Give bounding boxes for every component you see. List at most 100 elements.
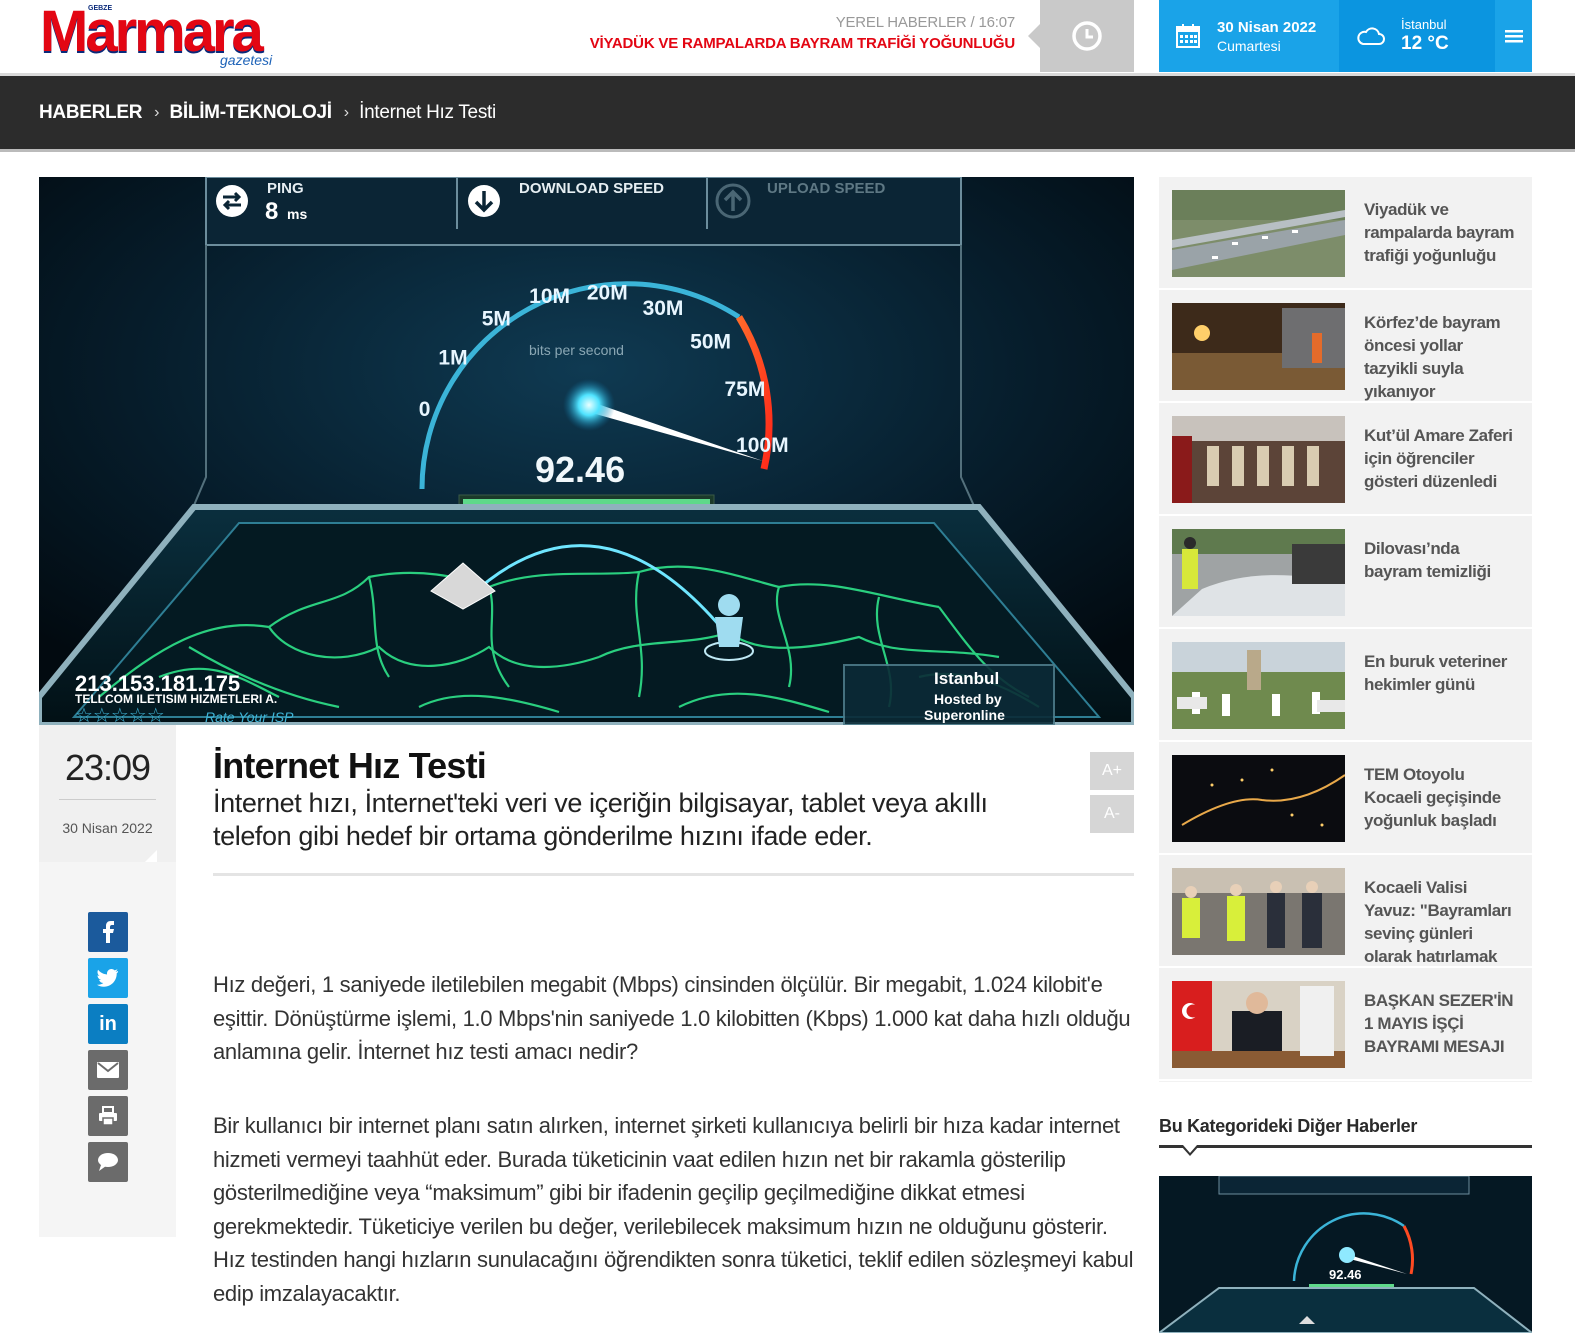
- sidebar-news-item[interactable]: Dilovası’nda bayram temizliği: [1159, 516, 1532, 629]
- breadcrumb-bar: HABERLER › BİLİM-TEKNOLOJİ › İnternet Hı…: [0, 76, 1575, 152]
- ticker-headline[interactable]: VİYADÜK VE RAMPALARDA BAYRAM TRAFİĞİ YOĞ…: [590, 35, 1015, 52]
- article-paragraph: Bir kullanıcı bir internet planı satın a…: [213, 1113, 1134, 1306]
- gauge-tick-label: 30M: [643, 297, 684, 320]
- clock-icon: [1072, 21, 1102, 51]
- news-thumbnail: [1172, 529, 1345, 616]
- ping-value: 8: [265, 198, 278, 225]
- news-thumbnail: [1172, 981, 1345, 1068]
- weather-city: İstanbul: [1401, 17, 1447, 32]
- share-linkedin-button[interactable]: in: [88, 1004, 128, 1044]
- isp-name: TELLCOM ILETISIM HIZMETLERI A.: [75, 692, 277, 706]
- sidebar-news-item[interactable]: Kocaeli Valisi Yavuz: "Bayramları sevinç…: [1159, 855, 1532, 968]
- news-thumbnail: [1172, 190, 1345, 277]
- server-city: Istanbul: [934, 669, 999, 688]
- chevron-right-icon: ›: [343, 104, 350, 121]
- linkedin-icon: in: [99, 1012, 117, 1035]
- sidebar-news-item[interactable]: Kut’ül Amare Zaferi için öğrenciler göst…: [1159, 403, 1532, 516]
- facebook-icon: [103, 921, 114, 943]
- thumb-speed-value: 92.46: [1329, 1267, 1362, 1282]
- sidebar-news-title: Dilovası’nda bayram temizliği: [1364, 539, 1491, 581]
- caret-down-icon: [1181, 1145, 1199, 1156]
- breadcrumb-current: İnternet Hız Testi: [359, 102, 496, 123]
- article-summary: İnternet hızı, İnternet'teki veri ve içe…: [213, 788, 988, 851]
- news-thumbnail: [1172, 755, 1345, 842]
- share-facebook-button[interactable]: [88, 912, 128, 952]
- sidebar-news-item[interactable]: Körfez’de bayram öncesi yollar tazyikli …: [1159, 290, 1532, 403]
- sidebar-news-title: Viyadük ve rampalarda bayram trafiği yoğ…: [1364, 200, 1515, 265]
- current-date: 30 Nisan 2022: [1217, 18, 1317, 36]
- rate-isp-link: Rate Your ISP: [205, 709, 294, 725]
- article-hero-image: PING 8 ms DOWNLOAD SPEED UPLOAD SPEED 0 1…: [39, 177, 1134, 725]
- rating-stars: ☆☆☆☆☆: [75, 705, 165, 725]
- sidebar-news-title: BAŞKAN SEZER'İN 1 MAYIS İŞÇİ BAYRAMI MES…: [1364, 991, 1514, 1056]
- gauge-tick-label: 100M: [736, 434, 789, 457]
- news-ticker[interactable]: YEREL HABERLER / 16:07 VİYADÜK VE RAMPAL…: [590, 14, 1015, 52]
- print-icon: [99, 1106, 117, 1126]
- download-label: DOWNLOAD SPEED: [519, 180, 664, 197]
- gauge-tick-label: 75M: [724, 378, 765, 401]
- site-logo[interactable]: GEBZE Marmara gazetesi: [40, 2, 290, 70]
- article-divider: [213, 873, 1134, 876]
- gauge-tick-label: 50M: [690, 331, 731, 354]
- news-thumbnail: [1172, 416, 1345, 503]
- section-divider: [1159, 1145, 1532, 1148]
- gauge-tick-label: 20M: [587, 282, 628, 305]
- font-increase-button[interactable]: A+: [1090, 752, 1134, 790]
- article-paragraph: Hız değeri, 1 saniyede iletilebilen mega…: [213, 972, 1131, 1064]
- article-date: 30 Nisan 2022: [62, 820, 153, 836]
- share-panel: in: [39, 862, 176, 1237]
- article-title: İnternet Hız Testi: [213, 745, 487, 786]
- news-thumbnail: [1172, 868, 1345, 955]
- upload-label: UPLOAD SPEED: [767, 180, 886, 197]
- news-thumbnail: [1172, 642, 1345, 729]
- comments-button[interactable]: [88, 1142, 128, 1182]
- host-name: Superonline: [924, 707, 1005, 723]
- calendar-icon: [1176, 24, 1200, 48]
- print-button[interactable]: [88, 1096, 128, 1136]
- share-email-button[interactable]: [88, 1050, 128, 1090]
- category-section-title: Bu Kategorideki Diğer Haberler: [1159, 1116, 1418, 1136]
- share-twitter-button[interactable]: [88, 958, 128, 998]
- sidebar-news-title: TEM Otoyolu Kocaeli geçişinde yoğunluk b…: [1364, 765, 1501, 830]
- article-time: 23:09: [64, 747, 151, 788]
- divider: [59, 799, 156, 800]
- ping-label: PING: [267, 180, 304, 197]
- sidebar-news-title: En buruk veteriner hekimler günü: [1364, 652, 1508, 694]
- logo-subtitle: gazetesi: [220, 52, 273, 68]
- comment-icon: [98, 1153, 118, 1171]
- breadcrumb: HABERLER › BİLİM-TEKNOLOJİ › İnternet Hı…: [39, 102, 496, 124]
- sidebar-news-item[interactable]: BAŞKAN SEZER'İN 1 MAYIS İŞÇİ BAYRAMI MES…: [1159, 968, 1532, 1081]
- mail-icon: [97, 1062, 119, 1078]
- cloud-icon: [1357, 27, 1385, 45]
- ticker-category: YEREL HABERLER / 16:07: [835, 14, 1016, 31]
- gauge-unit-label: bits per second: [529, 342, 624, 358]
- article-meta-column: 23:09 30 Nisan 2022 in: [39, 725, 176, 1237]
- menu-button[interactable]: [1495, 0, 1532, 72]
- sidebar-news-item[interactable]: Viyadük ve rampalarda bayram trafiği yoğ…: [1159, 177, 1532, 290]
- gauge-tick-label: 1M: [438, 347, 467, 370]
- sidebar-news-title: Kut’ül Amare Zaferi için öğrenciler göst…: [1364, 426, 1513, 491]
- gauge-tick-label: 0: [419, 398, 431, 421]
- twitter-icon: [97, 969, 119, 987]
- clock-button[interactable]: [1028, 0, 1134, 72]
- breadcrumb-home[interactable]: HABERLER: [39, 102, 142, 124]
- site-header: GEBZE Marmara gazetesi YEREL HABERLER / …: [0, 0, 1575, 76]
- news-thumbnail: [1172, 303, 1345, 390]
- ping-unit: ms: [287, 206, 307, 222]
- article-header: İnternet Hız Testi İnternet hızı, İntern…: [213, 745, 1134, 853]
- ping-icon: [216, 185, 248, 217]
- sidebar-news-item[interactable]: En buruk veteriner hekimler günü: [1159, 629, 1532, 742]
- sidebar-news-title: Kocaeli Valisi Yavuz: "Bayramları sevinç…: [1364, 878, 1512, 966]
- hosted-by-label: Hosted by: [934, 691, 1002, 707]
- speed-value: 92.46: [535, 449, 625, 490]
- weather-temperature: 12 °C: [1401, 33, 1449, 54]
- gauge-tick-label: 10M: [529, 285, 570, 308]
- date-widget: 30 Nisan 2022 Cumartesi: [1159, 0, 1339, 72]
- category-news-thumbnail[interactable]: 92.46: [1159, 1176, 1532, 1333]
- breadcrumb-category[interactable]: BİLİM-TEKNOLOJİ: [170, 102, 333, 124]
- sidebar-news-item[interactable]: TEM Otoyolu Kocaeli geçişinde yoğunluk b…: [1159, 742, 1532, 855]
- hamburger-icon: [1504, 30, 1523, 43]
- related-news-sidebar: Viyadük ve rampalarda bayram trafiği yoğ…: [1159, 177, 1532, 1082]
- date-tab-notch: [145, 850, 157, 862]
- font-decrease-button[interactable]: A-: [1090, 795, 1134, 833]
